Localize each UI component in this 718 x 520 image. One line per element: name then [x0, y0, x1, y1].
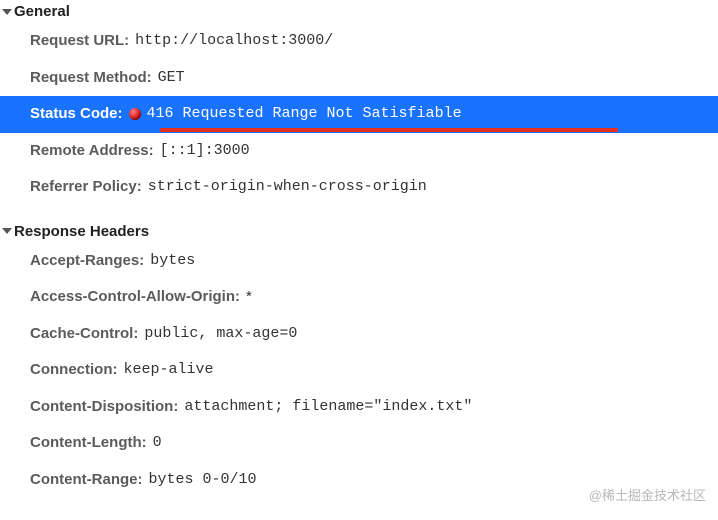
- row-request-url: Request URL: http://localhost:3000/: [0, 23, 718, 60]
- value-request-method: GET: [158, 67, 185, 90]
- status-dot-error-icon: [129, 108, 141, 120]
- label-accept-ranges: Accept-Ranges:: [30, 250, 144, 273]
- value-content-disposition: attachment; filename="index.txt": [184, 396, 472, 419]
- section-title: General: [14, 3, 70, 20]
- section-response-headers-header[interactable]: Response Headers: [0, 220, 718, 243]
- label-acao: Access-Control-Allow-Origin:: [30, 286, 240, 309]
- annotation-underline: [160, 128, 618, 132]
- disclosure-triangle-icon: [2, 9, 12, 15]
- label-remote-address: Remote Address:: [30, 140, 154, 163]
- label-request-url: Request URL:: [30, 30, 129, 53]
- value-content-range: bytes 0-0/10: [149, 469, 257, 492]
- label-referrer-policy: Referrer Policy:: [30, 176, 142, 199]
- row-status-code[interactable]: Status Code: 416 Requested Range Not Sat…: [0, 96, 718, 133]
- section-general-header[interactable]: General: [0, 0, 718, 23]
- value-accept-ranges: bytes: [150, 250, 195, 273]
- value-acao: *: [246, 286, 252, 309]
- label-content-disposition: Content-Disposition:: [30, 396, 178, 419]
- row-referrer-policy: Referrer Policy: strict-origin-when-cros…: [0, 169, 718, 206]
- value-connection: keep-alive: [124, 359, 214, 382]
- row-accept-ranges: Accept-Ranges: bytes: [0, 243, 718, 280]
- value-referrer-policy: strict-origin-when-cross-origin: [148, 176, 427, 199]
- label-connection: Connection:: [30, 359, 118, 382]
- label-cache-control: Cache-Control:: [30, 323, 138, 346]
- value-request-url: http://localhost:3000/: [135, 30, 333, 53]
- row-content-length: Content-Length: 0: [0, 425, 718, 462]
- row-acao: Access-Control-Allow-Origin: *: [0, 279, 718, 316]
- row-connection: Connection: keep-alive: [0, 352, 718, 389]
- value-status-code: 416 Requested Range Not Satisfiable: [147, 103, 462, 126]
- value-cache-control: public, max-age=0: [144, 323, 297, 346]
- section-gap: [0, 206, 718, 220]
- section-title: Response Headers: [14, 223, 149, 240]
- disclosure-triangle-icon: [2, 228, 12, 234]
- row-remote-address: Remote Address: [::1]:3000: [0, 133, 718, 170]
- value-remote-address: [::1]:3000: [160, 140, 250, 163]
- label-content-length: Content-Length:: [30, 432, 147, 455]
- row-cache-control: Cache-Control: public, max-age=0: [0, 316, 718, 353]
- label-status-code: Status Code:: [30, 103, 123, 126]
- value-content-length: 0: [153, 432, 162, 455]
- row-request-method: Request Method: GET: [0, 60, 718, 97]
- row-content-disposition: Content-Disposition: attachment; filenam…: [0, 389, 718, 426]
- label-content-range: Content-Range:: [30, 469, 143, 492]
- label-request-method: Request Method:: [30, 67, 152, 90]
- watermark: @稀土掘金技术社区: [589, 485, 706, 504]
